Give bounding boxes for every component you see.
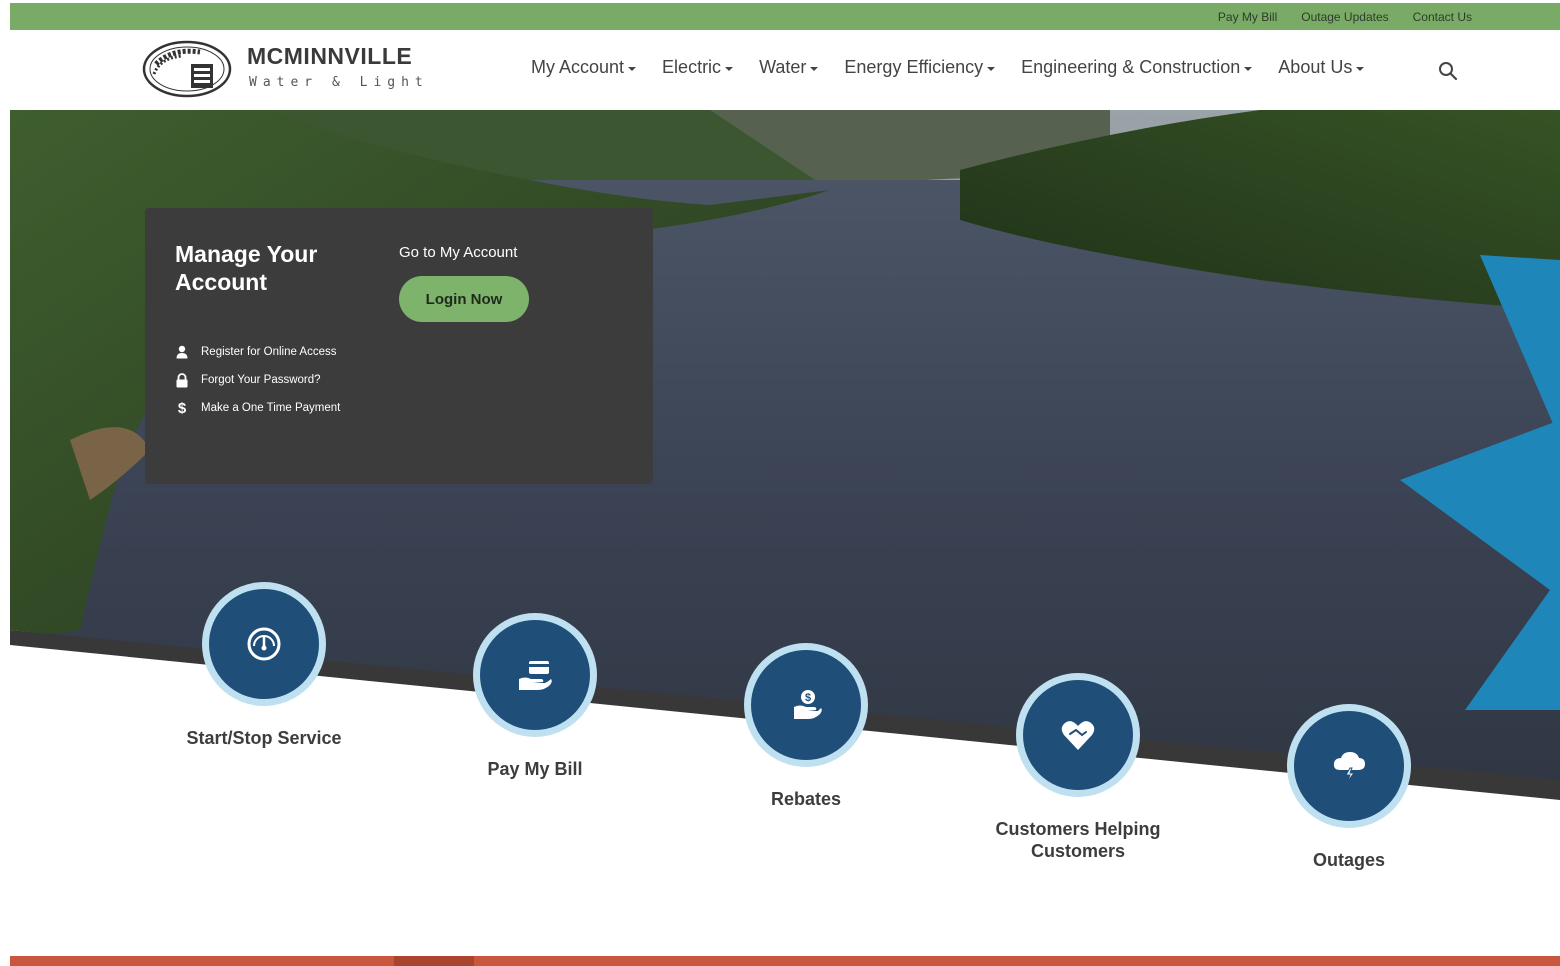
caret-down-icon bbox=[987, 66, 996, 71]
logo-seal-icon[interactable] bbox=[142, 40, 232, 98]
caret-down-icon bbox=[628, 66, 637, 71]
nav-label: Engineering & Construction bbox=[1021, 57, 1241, 77]
rebates-label[interactable]: Rebates bbox=[696, 788, 916, 810]
nav-label: My Account bbox=[531, 57, 625, 77]
outages-button[interactable] bbox=[1287, 704, 1411, 828]
account-panel: Manage Your Account Go to My Account Log… bbox=[145, 208, 653, 484]
footer-strip bbox=[10, 956, 1560, 966]
login-now-button[interactable]: Login Now bbox=[399, 276, 529, 322]
logo-title[interactable]: MCMINNVILLE bbox=[247, 43, 412, 70]
ql-inner: $ bbox=[751, 650, 861, 760]
one-time-payment-label: Make a One Time Payment bbox=[201, 402, 341, 414]
quick-link-pay-bill: Pay My Bill bbox=[425, 613, 645, 780]
account-links: Register for Online Access Forgot Your P… bbox=[175, 338, 340, 422]
ql-inner bbox=[209, 589, 319, 699]
customers-helping-label[interactable]: Customers Helping Customers bbox=[968, 818, 1188, 862]
quick-link-outages: Outages bbox=[1239, 704, 1459, 871]
nav-item-electric[interactable]: Electric bbox=[662, 57, 734, 78]
nav-item-my-account[interactable]: My Account bbox=[531, 57, 637, 78]
main-nav: My Account Electric Water Energy Efficie… bbox=[531, 57, 1365, 78]
utility-link-contact[interactable]: Contact Us bbox=[1413, 10, 1472, 24]
search-icon[interactable] bbox=[1438, 61, 1458, 81]
nav-item-about-us[interactable]: About Us bbox=[1278, 57, 1365, 78]
storm-cloud-icon bbox=[1333, 752, 1365, 783]
start-stop-label[interactable]: Start/Stop Service bbox=[154, 727, 374, 749]
hand-money-icon: $ bbox=[794, 690, 822, 719]
start-stop-button[interactable] bbox=[202, 582, 326, 706]
quick-link-customers-helping: Customers Helping Customers bbox=[968, 673, 1188, 862]
ql-inner bbox=[1294, 711, 1404, 821]
utility-link-outage-updates[interactable]: Outage Updates bbox=[1301, 10, 1388, 24]
pay-bill-button[interactable] bbox=[473, 613, 597, 737]
one-time-payment-link[interactable]: $ Make a One Time Payment bbox=[175, 394, 341, 422]
nav-item-water[interactable]: Water bbox=[759, 57, 819, 78]
caret-down-icon bbox=[810, 66, 819, 71]
logo-tagline: Water & Light bbox=[249, 75, 429, 90]
customers-helping-button[interactable] bbox=[1016, 673, 1140, 797]
caret-down-icon bbox=[1356, 66, 1365, 71]
nav-label: Water bbox=[759, 57, 807, 77]
nav-label: About Us bbox=[1278, 57, 1353, 77]
page: Pay My Bill Outage Updates Contact Us MC… bbox=[10, 0, 1560, 966]
register-online-label: Register for Online Access bbox=[201, 346, 337, 358]
ql-inner bbox=[480, 620, 590, 730]
forgot-password-label: Forgot Your Password? bbox=[201, 374, 321, 386]
quick-link-start-stop: Start/Stop Service bbox=[154, 582, 374, 749]
nav-item-engineering-construction[interactable]: Engineering & Construction bbox=[1021, 57, 1253, 78]
pay-bill-label[interactable]: Pay My Bill bbox=[425, 758, 645, 780]
forgot-password-link[interactable]: Forgot Your Password? bbox=[175, 366, 340, 394]
utility-bar: Pay My Bill Outage Updates Contact Us bbox=[10, 3, 1560, 30]
rebates-button[interactable]: $ bbox=[744, 643, 868, 767]
caret-down-icon bbox=[1244, 66, 1253, 71]
panel-title: Manage Your Account bbox=[175, 241, 318, 295]
lock-icon bbox=[175, 372, 189, 388]
site-header: MCMINNVILLE Water & Light My Account Ele… bbox=[10, 30, 1560, 110]
hand-card-icon bbox=[519, 661, 552, 690]
nav-label: Energy Efficiency bbox=[844, 57, 984, 77]
gauge-icon bbox=[247, 627, 281, 661]
nav-label: Electric bbox=[662, 57, 722, 77]
utility-links: Pay My Bill Outage Updates Contact Us bbox=[1218, 3, 1472, 30]
dollar-icon: $ bbox=[175, 400, 189, 416]
utility-link-pay-bill[interactable]: Pay My Bill bbox=[1218, 10, 1277, 24]
register-online-link[interactable]: Register for Online Access bbox=[175, 338, 340, 366]
caret-down-icon bbox=[725, 66, 734, 71]
svg-text:$: $ bbox=[805, 692, 811, 704]
heart-handshake-icon bbox=[1061, 721, 1095, 750]
outages-label[interactable]: Outages bbox=[1239, 849, 1459, 871]
svg-text:$: $ bbox=[178, 400, 187, 416]
user-icon bbox=[175, 344, 189, 360]
goto-account-text: Go to My Account bbox=[399, 244, 518, 261]
quick-link-rebates: $ Rebates bbox=[696, 643, 916, 810]
footer-accent bbox=[394, 956, 474, 966]
nav-item-energy-efficiency[interactable]: Energy Efficiency bbox=[844, 57, 996, 78]
ql-inner bbox=[1023, 680, 1133, 790]
